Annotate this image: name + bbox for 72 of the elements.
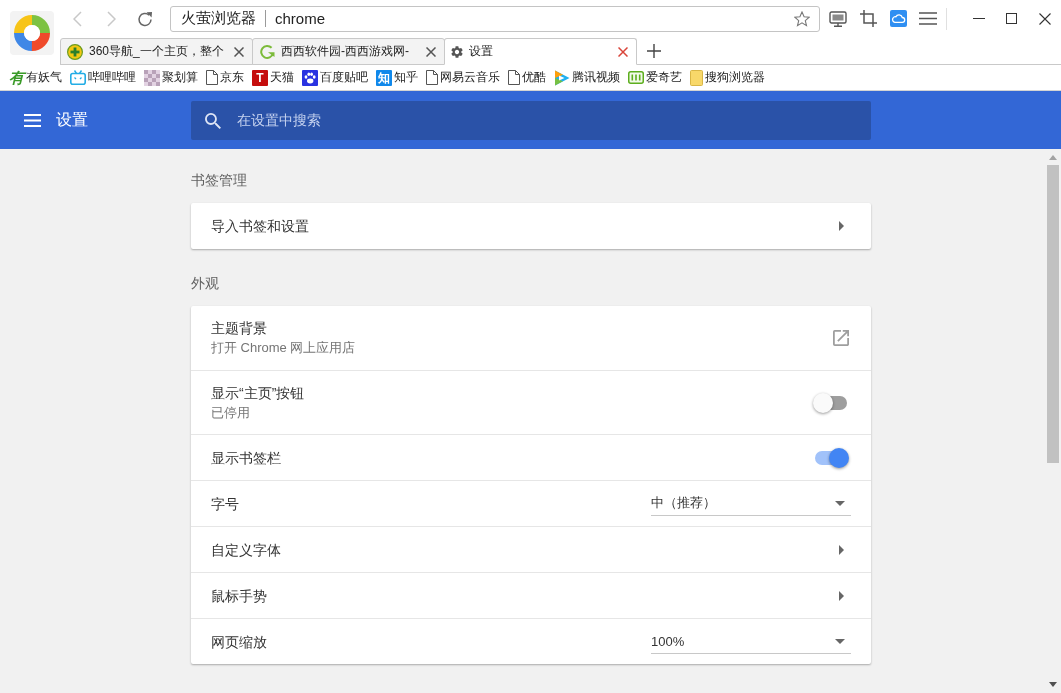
- bookmark-link[interactable]: 网易云音乐: [426, 67, 500, 88]
- bookmark-link[interactable]: 哔哩哔哩: [70, 67, 136, 88]
- url-text: chrome: [275, 10, 326, 27]
- plus-circle-icon: [67, 43, 83, 60]
- page-icon: [508, 70, 520, 85]
- dropdown-select[interactable]: 中（推荐）: [651, 491, 851, 516]
- search-field[interactable]: 在设置中搜索: [191, 100, 871, 140]
- play-icon: [554, 69, 570, 86]
- monitor-icon[interactable]: [829, 10, 847, 27]
- maximize-icon[interactable]: [1006, 13, 1017, 24]
- reload-icon[interactable]: [137, 10, 153, 27]
- bookmark-link[interactable]: 优酷: [508, 67, 546, 88]
- bookmark-link[interactable]: 腾讯视频: [554, 67, 620, 88]
- dropdown-caret-icon: [835, 638, 845, 644]
- section-title: 书签管理: [191, 171, 247, 190]
- arrow-right-icon[interactable]: [839, 544, 844, 555]
- toggle-switch[interactable]: [813, 392, 849, 413]
- bookmark-link[interactable]: 京东: [206, 67, 244, 88]
- dropdown-select[interactable]: 100%: [651, 629, 851, 654]
- close-icon[interactable]: [1038, 12, 1051, 25]
- bookmark-link[interactable]: 爱奇艺: [628, 67, 682, 88]
- page-title: 设置: [56, 109, 88, 130]
- logo-icon[interactable]: [10, 10, 54, 55]
- search-icon: [205, 112, 221, 129]
- setting-label: 导入书签和设置: [211, 217, 309, 236]
- setting-description: 已停用: [211, 403, 250, 422]
- browser-tab[interactable]: 西西软件园-西西游戏网-: [252, 38, 445, 65]
- bookmark-link[interactable]: 聚划算: [144, 67, 198, 88]
- close-icon[interactable]: [234, 46, 244, 57]
- scrollbar-thumb[interactable]: [1047, 165, 1059, 463]
- setting-label: 网页缩放: [211, 632, 267, 652]
- page-icon: [426, 70, 438, 85]
- section-title: 外观: [191, 274, 219, 293]
- setting-label: 主题背景: [211, 319, 267, 338]
- page-icon: [206, 70, 218, 85]
- cloud-icon[interactable]: [889, 10, 907, 27]
- close-icon[interactable]: [426, 46, 436, 57]
- menu-icon[interactable]: [919, 12, 937, 25]
- arrow-right-icon[interactable]: [839, 590, 844, 601]
- minimize-icon[interactable]: [972, 18, 985, 19]
- checkered-icon: [144, 69, 160, 86]
- browser-tab[interactable]: 360导航_一个主页，整个: [60, 38, 253, 65]
- crop-icon[interactable]: [859, 10, 877, 27]
- setting-label: 显示“主页”按钮: [211, 383, 305, 403]
- arrow-right-icon[interactable]: [839, 221, 844, 231]
- bookmark-link[interactable]: 百度贴吧: [302, 67, 368, 88]
- bookmark-link[interactable]: 有 有妖气: [8, 67, 62, 88]
- bookmark-link[interactable]: 知 知乎: [376, 67, 418, 88]
- setting-label: 显示书签栏: [211, 448, 281, 468]
- bookmark-link[interactable]: T 天猫: [252, 67, 294, 88]
- scroll-down-icon[interactable]: [1049, 682, 1057, 687]
- plus-icon[interactable]: [647, 43, 661, 58]
- bookmark-link[interactable]: 搜狗浏览器: [690, 67, 765, 88]
- setting-label: 自定义字体: [211, 540, 281, 560]
- setting-label: 鼠标手势: [211, 586, 267, 606]
- setting-label: 字号: [211, 494, 239, 514]
- settings-icon: [451, 45, 463, 58]
- external-link-icon[interactable]: [833, 330, 849, 346]
- circular-arrow-icon: [259, 44, 275, 59]
- logo-mark: 知: [376, 69, 392, 86]
- setting-description: 打开 Chrome 网上应用店: [211, 339, 356, 357]
- toggle-switch[interactable]: [813, 447, 849, 468]
- star-icon[interactable]: [794, 10, 810, 27]
- site-label: 火萤浏览器: [181, 9, 256, 28]
- paw-icon: [302, 69, 318, 86]
- tv-icon: [70, 70, 86, 85]
- note-icon: [690, 69, 703, 86]
- browser-tab[interactable]: 设置: [444, 38, 637, 65]
- logo-icon: [628, 71, 644, 84]
- address-bar[interactable]: 火萤浏览器 chrome: [170, 5, 820, 32]
- logo-mark: T: [252, 69, 268, 86]
- dropdown-caret-icon: [835, 500, 845, 506]
